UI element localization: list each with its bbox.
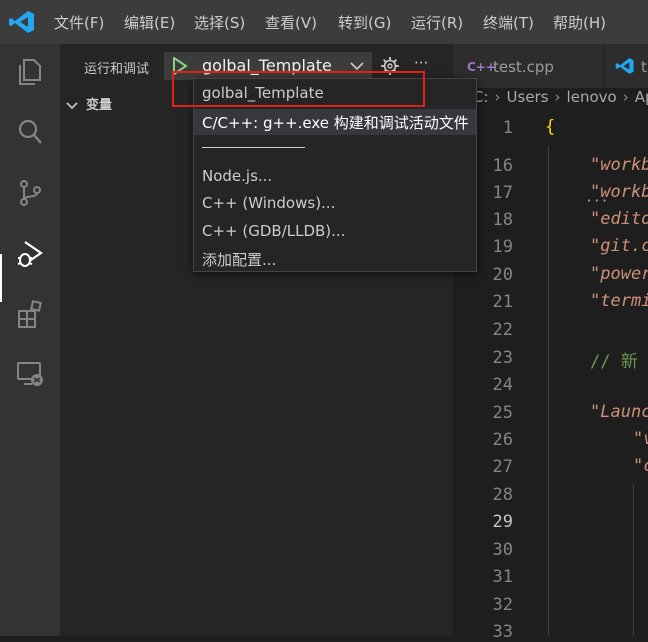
line-number: 31 <box>492 567 513 587</box>
line-number-current: 29 <box>492 512 513 532</box>
menu-edit[interactable]: 编辑(E) <box>124 12 175 33</box>
menu-help[interactable]: 帮助(H) <box>553 12 606 33</box>
search-icon[interactable] <box>14 116 46 148</box>
cpp-file-icon: C++ <box>467 60 496 74</box>
line-number: 21 <box>492 292 513 312</box>
dropdown-item-label: C++ (GDB/LLDB)... <box>202 222 346 240</box>
menu-selection[interactable]: 选择(S) <box>194 12 245 33</box>
variables-label: 变量 <box>86 98 113 113</box>
indent-guide <box>548 146 549 636</box>
code-line: "v <box>633 429 648 449</box>
line-number: 23 <box>492 348 513 368</box>
line-number: 30 <box>492 540 513 560</box>
chevron-right-icon: › <box>622 88 629 106</box>
dropdown-item-label: Node.js... <box>202 167 273 185</box>
code-line: "Launc <box>590 402 648 422</box>
code-line: "c <box>633 456 648 476</box>
code-line: "edito <box>590 209 648 229</box>
line-number: 32 <box>492 595 513 615</box>
chevron-right-icon: › <box>554 88 561 106</box>
dropdown-item-nodejs[interactable]: Node.js... <box>194 164 476 190</box>
vscode-logo-icon <box>9 11 34 33</box>
line-number: 25 <box>492 403 513 423</box>
run-and-debug-title: 运行和调试 <box>84 62 150 77</box>
dropdown-item-cpp-gpp-build[interactable]: C/C++: g++.exe 构建和调试活动文件 <box>194 109 476 135</box>
menu-go[interactable]: 转到(G) <box>338 12 391 33</box>
title-bar: 文件(F) 编辑(E) 选择(S) 查看(V) 转到(G) 运行(R) 终端(T… <box>0 0 648 44</box>
line-number: 26 <box>492 430 513 450</box>
menu-run[interactable]: 运行(R) <box>411 12 463 33</box>
tab-settings-json[interactable]: t <box>605 44 648 88</box>
code-line: "workb <box>590 155 648 175</box>
dropdown-item-label: 添加配置... <box>202 251 277 269</box>
dropdown-separator <box>202 147 305 148</box>
explorer-icon[interactable] <box>14 56 46 88</box>
launch-config-dropdown: golbal_Template C/C++: g++.exe 构建和调试活动文件… <box>193 78 477 272</box>
code-line: "git.c <box>590 236 648 256</box>
line-number: 27 <box>492 457 513 477</box>
breadcrumb-item[interactable]: Ap <box>635 88 648 106</box>
breadcrumb: C:›Users›lenovo›Ap <box>453 88 648 112</box>
tab-label: t <box>641 58 647 76</box>
breadcrumb-item[interactable]: lenovo <box>567 88 617 106</box>
tab-label: test.cpp <box>493 58 554 76</box>
code-brace: { <box>545 117 556 137</box>
active-view-indicator <box>0 254 2 302</box>
chevron-right-icon: › <box>494 88 501 106</box>
editor-area: C++ test.cpp t C:›Users›lenovo›Ap 1 16 1… <box>453 44 648 642</box>
variables-section-header[interactable]: 变量 <box>66 94 112 113</box>
code-line: "termi <box>590 291 648 311</box>
annotation-highlight-box <box>172 71 425 107</box>
menu-terminal[interactable]: 终端(T) <box>483 12 534 33</box>
breadcrumb-item[interactable]: Users <box>507 88 549 106</box>
activity-bar <box>0 44 60 636</box>
more-actions-icon[interactable]: ··· <box>414 54 428 72</box>
run-debug-icon[interactable] <box>14 238 46 270</box>
code-comment: // 新 <box>590 352 638 372</box>
source-control-icon[interactable] <box>14 177 46 209</box>
dropdown-item-cpp-windows[interactable]: C++ (Windows)... <box>194 191 476 217</box>
line-number: 28 <box>492 485 513 505</box>
line-number: 22 <box>492 320 513 340</box>
vscode-file-icon <box>615 58 634 74</box>
menu-file[interactable]: 文件(F) <box>54 12 104 33</box>
dropdown-item-label: C++ (Windows)... <box>202 194 336 212</box>
code-line: "power <box>590 264 648 284</box>
menu-view[interactable]: 查看(V) <box>265 12 317 33</box>
indent-guide <box>633 484 634 636</box>
line-number: 33 <box>492 622 513 642</box>
line-number: 24 <box>492 375 513 395</box>
remote-explorer-icon[interactable] <box>14 358 46 390</box>
inline-hint: ··· <box>585 194 609 209</box>
dropdown-item-label: C/C++: g++.exe 构建和调试活动文件 <box>202 114 469 132</box>
tab-bar: C++ test.cpp t <box>453 44 648 88</box>
dropdown-item-add-config[interactable]: 添加配置... <box>194 246 476 272</box>
dropdown-item-cpp-gdb-lldb[interactable]: C++ (GDB/LLDB)... <box>194 219 476 245</box>
chevron-down-icon <box>66 101 78 109</box>
extensions-icon[interactable] <box>14 298 46 330</box>
